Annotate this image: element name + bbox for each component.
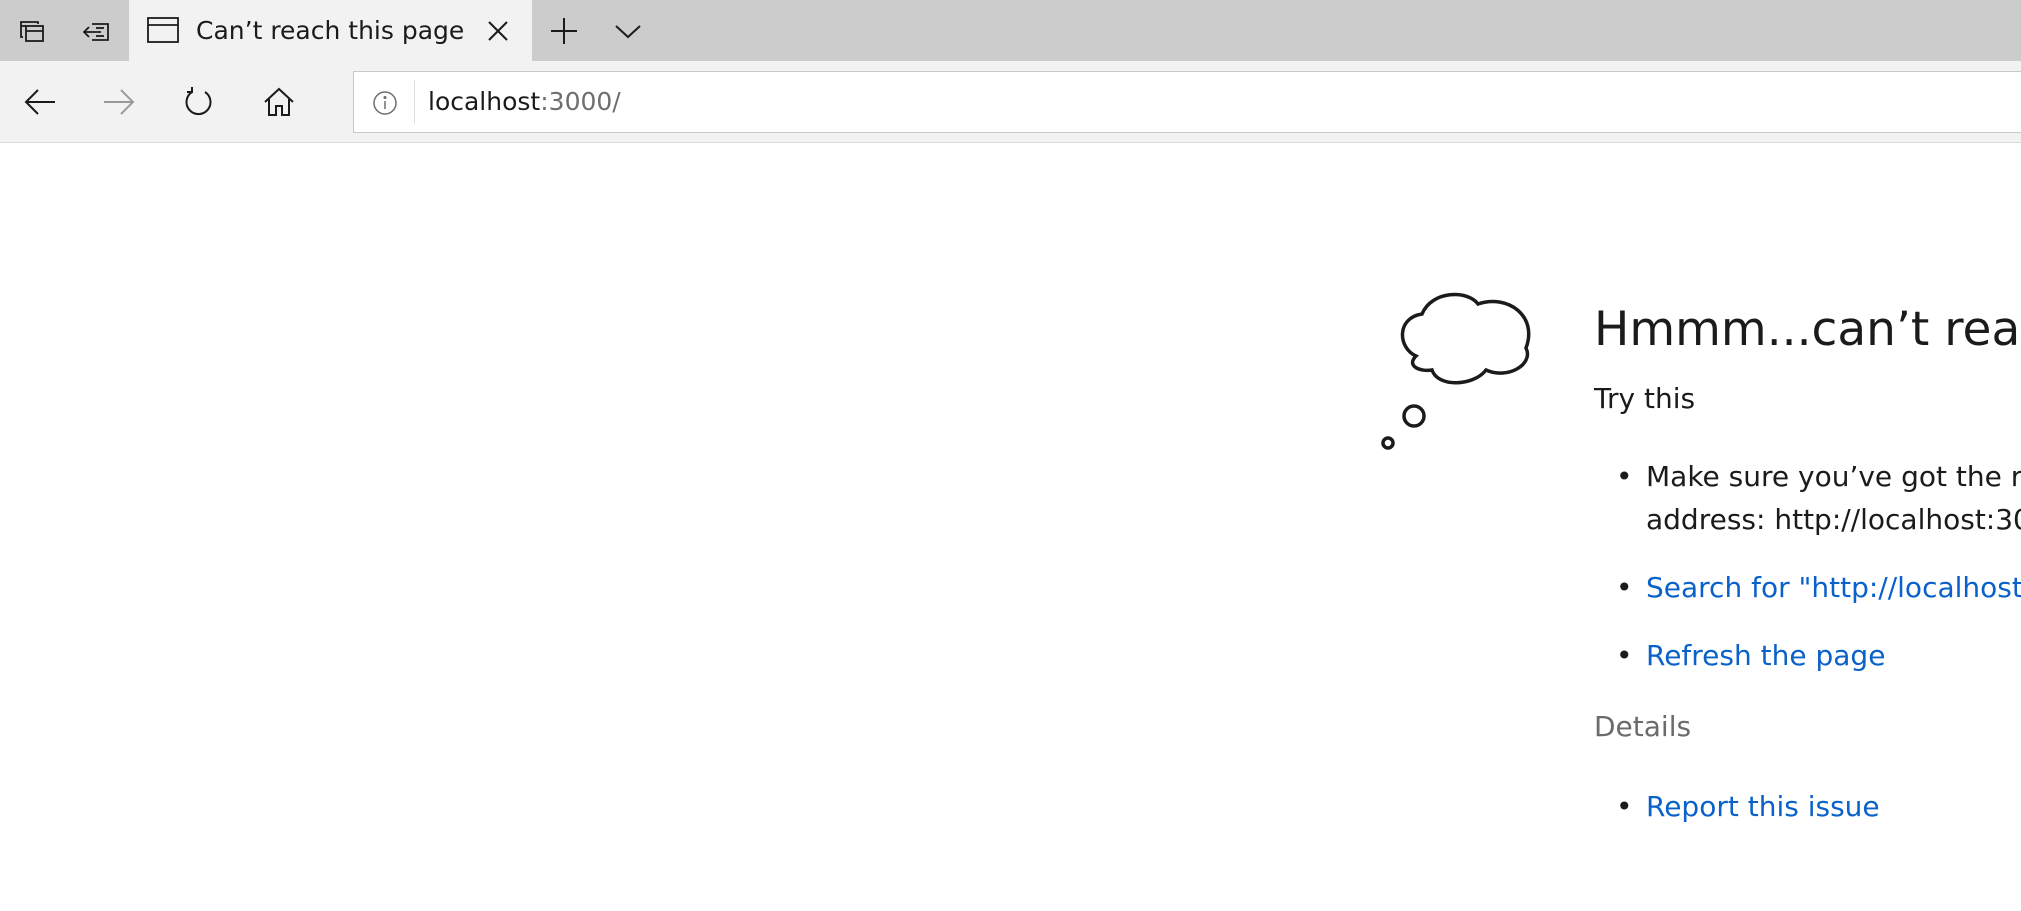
search-link[interactable]: Search for "http://localhost:3: [1646, 571, 2021, 604]
thought-cloud-icon: [1381, 292, 1531, 450]
list-item: Search for "http://localhost:3: [1594, 566, 2021, 609]
list-item: Refresh the page: [1594, 634, 2021, 677]
info-icon[interactable]: [372, 90, 398, 116]
error-content: Hmmm...can’t reach t Try this Make sure …: [1594, 295, 2021, 828]
home-icon: [264, 87, 294, 116]
set-aside-tabs-button[interactable]: [0, 0, 64, 61]
tab-title: Can’t reach this page: [196, 16, 465, 45]
forward-arrow-icon: [104, 89, 135, 115]
set-aside-tabs-icon: [20, 20, 44, 42]
url-text[interactable]: localhost:3000/: [428, 72, 621, 132]
address-separator: [414, 80, 415, 124]
url-path: :3000/: [540, 87, 621, 116]
close-tab-button[interactable]: [481, 14, 515, 48]
restore-tabs-button[interactable]: [64, 0, 128, 61]
back-arrow-icon: [24, 89, 55, 115]
navigation-bar: localhost:3000/: [0, 61, 2021, 143]
refresh-icon: [185, 87, 212, 116]
suggestions-list: Make sure you’ve got the rig address: ht…: [1594, 455, 2021, 677]
home-button[interactable]: [247, 61, 311, 143]
report-issue-link[interactable]: Report this issue: [1646, 790, 1880, 823]
list-item: Report this issue: [1594, 785, 2021, 828]
refresh-button[interactable]: [167, 61, 231, 143]
address-bar[interactable]: localhost:3000/: [353, 71, 2021, 133]
refresh-page-link[interactable]: Refresh the page: [1646, 639, 1885, 672]
details-heading[interactable]: Details: [1594, 707, 2021, 747]
check-address-line2: address: http://localhost:300: [1646, 503, 2021, 536]
close-icon: [488, 21, 508, 41]
forward-button[interactable]: [87, 61, 151, 143]
tab-strip: Can’t reach this page: [0, 0, 2021, 61]
plus-icon: [551, 17, 577, 44]
check-address-line1: Make sure you’ve got the rig: [1646, 460, 2021, 493]
chevron-down-icon: [615, 24, 641, 38]
try-this-heading: Try this: [1594, 382, 1696, 415]
active-tab[interactable]: Can’t reach this page: [129, 0, 532, 61]
url-host: localhost: [428, 87, 541, 116]
details-list: Report this issue: [1594, 785, 2021, 828]
back-button[interactable]: [8, 61, 72, 143]
tab-preview-button[interactable]: [596, 0, 660, 61]
page-icon: [147, 17, 179, 43]
new-tab-button[interactable]: [532, 0, 596, 61]
restore-tabs-icon: [82, 22, 109, 41]
list-item: Make sure you’ve got the rig address: ht…: [1594, 455, 2021, 541]
page-title: Hmmm...can’t reach t: [1594, 302, 2021, 357]
